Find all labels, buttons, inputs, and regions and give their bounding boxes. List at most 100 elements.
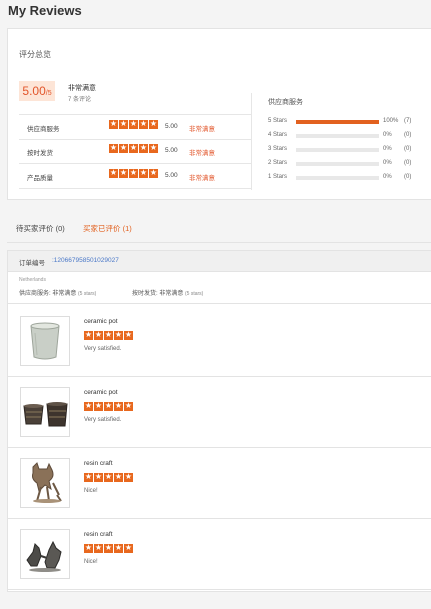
buyer-country: Netherlands <box>19 277 46 283</box>
rating-tag: 非常满意 <box>189 150 215 157</box>
review-comment: Nice! <box>84 559 98 565</box>
item-stars <box>84 401 133 411</box>
rating-label: 按时发货 <box>27 150 53 157</box>
star-icon <box>109 119 118 129</box>
distribution-label: 5 Stars <box>268 118 288 124</box>
star-icon <box>119 143 128 153</box>
distribution-label: 2 Stars <box>268 160 288 166</box>
star-icon <box>109 168 118 178</box>
order-divider <box>8 303 431 304</box>
order-shipping-rating: 按时发货: 非常满意 (5 stars) <box>132 288 203 297</box>
star-icon <box>104 330 113 340</box>
product-thumbnail[interactable] <box>20 387 70 437</box>
tab-buyer-reviewed[interactable]: 买家已评价 (1) <box>83 223 132 234</box>
star-icon <box>149 143 158 153</box>
distribution-label: 1 Stars <box>268 174 288 180</box>
distribution-bar <box>296 134 379 138</box>
star-icon <box>124 472 133 482</box>
star-icon <box>84 472 93 482</box>
product-thumbnail[interactable] <box>20 458 70 508</box>
distribution-count: (0) <box>404 132 412 138</box>
review-count: 7 条评论 <box>68 97 92 103</box>
star-icon <box>94 472 103 482</box>
star-icon <box>109 143 118 153</box>
distribution-percent: 0% <box>383 174 392 180</box>
review-comment: Nice! <box>84 488 98 494</box>
summary-heading: 评分总览 <box>19 50 51 59</box>
distribution-count: (0) <box>404 146 412 152</box>
reviewed-item: resin craft Nice! <box>8 448 431 519</box>
distribution-label: 3 Stars <box>268 146 288 152</box>
ceramic-pot-image <box>30 322 60 360</box>
review-comment: Very satisfied. <box>84 417 122 423</box>
star-icon <box>149 119 158 129</box>
overall-score-badge: 5.00/5 <box>19 81 55 101</box>
distribution-percent: 100% <box>383 118 399 124</box>
distribution-count: (0) <box>404 160 412 166</box>
star-icon <box>124 543 133 553</box>
distribution-bar <box>296 148 379 152</box>
distribution-percent: 0% <box>383 160 392 166</box>
distribution-percent: 0% <box>383 146 392 152</box>
star-icon <box>129 143 138 153</box>
ceramic-pot-image <box>23 402 68 427</box>
order-number-label: 订单编号 <box>19 260 45 267</box>
star-icon <box>94 330 103 340</box>
star-icon <box>84 330 93 340</box>
rating-row-product-quality: 产品质量 5.00 非常满意 <box>19 164 251 189</box>
product-thumbnail[interactable] <box>20 316 70 366</box>
tab-pending-buyer-review[interactable]: 待买家评价 (0) <box>16 223 65 234</box>
distribution-label: 4 Stars <box>268 132 288 138</box>
star-icon <box>104 472 113 482</box>
star-icon <box>114 401 123 411</box>
product-name[interactable]: ceramic pot <box>84 318 118 325</box>
order-number-link[interactable]: :120667958501029027 <box>52 257 119 264</box>
star-icon <box>119 119 128 129</box>
order-review-panel: 订单编号 :120667958501029027 Netherlands 供应商… <box>7 250 431 592</box>
order-supplier-rating: 供应商服务: 非常满意 (5 stars) <box>19 288 96 297</box>
overall-score: 5.00 <box>22 84 46 98</box>
item-stars <box>84 330 133 340</box>
product-name[interactable]: ceramic pot <box>84 389 118 396</box>
rating-value: 5.00 <box>165 123 178 130</box>
star-icon <box>119 168 128 178</box>
product-name[interactable]: resin craft <box>84 531 113 538</box>
star-icon <box>114 472 123 482</box>
product-name[interactable]: resin craft <box>84 460 113 467</box>
item-stars <box>84 472 133 482</box>
distribution-row: 5 Stars 100% (7) <box>268 117 428 127</box>
distribution-count: (7) <box>404 118 412 124</box>
distribution-row: 4 Stars 0% (0) <box>268 131 428 141</box>
item-stars <box>84 543 133 553</box>
rating-row-supplier-service: 供应商服务 5.00 非常满意 <box>19 114 251 140</box>
star-icon <box>149 168 158 178</box>
tab-divider <box>7 242 431 243</box>
order-header: 订单编号 :120667958501029027 <box>8 251 431 272</box>
rating-stars <box>109 168 158 178</box>
rating-label: 供应商服务 <box>27 126 60 133</box>
star-icon <box>139 119 148 129</box>
rating-stars <box>109 119 158 129</box>
distribution-title: 供应商服务 <box>268 99 303 106</box>
star-icon <box>114 543 123 553</box>
star-icon <box>94 543 103 553</box>
reviewed-item: ceramic pot Very satisfied. <box>8 377 431 448</box>
review-comment: Very satisfied. <box>84 346 122 352</box>
rating-row-on-time-shipping: 按时发货 5.00 非常满意 <box>19 139 251 164</box>
star-icon <box>114 330 123 340</box>
rating-tag: 非常满意 <box>189 126 215 133</box>
star-icon <box>124 401 133 411</box>
distribution-percent: 0% <box>383 132 392 138</box>
star-icon <box>139 143 148 153</box>
reviewed-item: ceramic pot Very satisfied. <box>8 306 431 377</box>
review-summary-panel: 评分总览 5.00/5 非常满意 7 条评论 供应商服务 5.00 非常满意 按… <box>7 28 431 200</box>
distribution-bar-fill <box>296 120 379 124</box>
product-thumbnail[interactable] <box>20 529 70 579</box>
resin-craft-image <box>32 462 62 503</box>
star-icon <box>129 168 138 178</box>
star-icon <box>94 401 103 411</box>
distribution-bar <box>296 120 379 124</box>
rating-value: 5.00 <box>165 172 178 179</box>
order-supplier-rating-text: 供应商服务: 非常满意 <box>19 291 77 297</box>
order-shipping-rating-stars: (5 stars) <box>185 291 204 297</box>
